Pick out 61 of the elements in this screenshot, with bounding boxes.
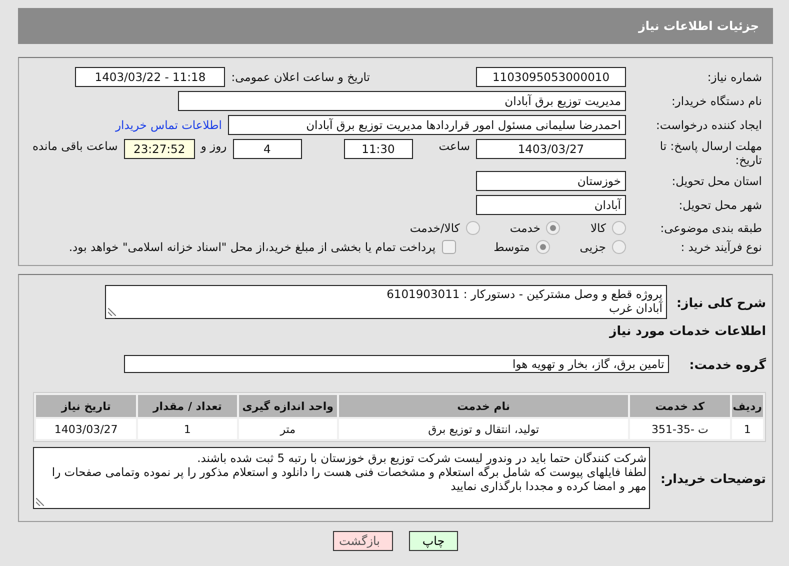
field-label: گروه خدمت: [689, 356, 766, 372]
field-label: مهلت ارسال پاسخ: تا تاریخ: [658, 139, 762, 167]
option-label: جزیی [580, 240, 606, 254]
table-cell: 1 [732, 419, 763, 439]
field-label: نوع فرآیند خرید : [680, 240, 762, 254]
days-field: 4 [232, 139, 302, 159]
back-button[interactable]: بازگشت [333, 531, 393, 551]
column-header: واحد اندازه گیری [238, 395, 338, 417]
resize-grip-icon[interactable] [108, 308, 116, 316]
field-label: شرح کلی نیاز: [676, 294, 766, 310]
field-label: استان محل تحویل: [670, 174, 762, 188]
remaining-time-field: 23:27:52 [124, 139, 195, 159]
column-header: تاریخ نیاز [36, 395, 136, 417]
need-number-field: 1103095053000010 [476, 67, 626, 87]
radio-button[interactable] [536, 240, 550, 254]
field-label: طبقه بندی موضوعی: [659, 221, 762, 235]
deadline-date-field: 1403/03/27 [476, 139, 626, 159]
radio-button[interactable] [466, 221, 480, 235]
column-header: کد خدمت [630, 395, 730, 417]
table-cell: تولید، انتقال و توزیع برق [339, 419, 628, 439]
buyer-org-field: مدیریت توزیع برق آبادان [178, 91, 626, 111]
field-label: تاریخ و ساعت اعلان عمومی: [231, 70, 370, 84]
buyer-contact-link[interactable]: اطلاعات تماس خریدار [115, 118, 222, 132]
option-label: کالا/خدمت [410, 221, 460, 235]
province-field: خوزستان [476, 171, 626, 191]
table-cell: 1403/03/27 [36, 419, 136, 439]
table-cell: 1 [138, 419, 237, 439]
notes-line: شرکت کنندگان حتما باید در وندور لیست شرکت توزیع برق خوزستان با رتبه 5 ثبت شده باشند. [197, 451, 646, 465]
section-title: اطلاعات خدمات مورد نیاز [608, 323, 766, 338]
field-label: نام دستگاه خریدار: [670, 94, 762, 108]
field-label: ایجاد کننده درخواست: [655, 118, 762, 132]
radio-button[interactable] [546, 221, 560, 235]
description-line: پروژه قطع و وصل مشترکین - دستورکار : 6101903011 [386, 287, 663, 301]
checkbox[interactable] [442, 240, 456, 254]
option-label: کالا [590, 221, 606, 235]
days-label: روز و [200, 139, 227, 153]
radio-button[interactable] [612, 240, 626, 254]
notes-line: لطفا فایلهای پیوست که شامل برگه استعلام و مشخصات فنی هست را دانلود و استعلام مذکور را پر نموده وتمامی صفحات را مهر و امضا کرده و مجددا بارگذاری نمایید [50, 465, 646, 493]
payment-note: پرداخت تمام یا بخشی از مبلغ خرید،از محل "اسناد خزانه اسلامی" خواهد بود. [68, 240, 436, 254]
time-label: ساعت [438, 139, 470, 153]
field-label: توضیحات خریدار: [660, 470, 766, 486]
option-label: خدمت [510, 221, 540, 235]
description-line: آبادان غرب [609, 301, 663, 315]
column-header: نام خدمت [339, 395, 628, 417]
deadline-time-field: 11:30 [344, 139, 413, 159]
column-header: تعداد / مقدار [138, 395, 237, 417]
table-cell: ت -35-351 [630, 419, 730, 439]
requester-field: احمدرضا سلیمانی مسئول امور قراردادها مدیریت توزیع برق آبادان [228, 115, 626, 135]
option-label: متوسط [494, 240, 530, 254]
column-header: ردیف [732, 395, 763, 417]
radio-button[interactable] [612, 221, 626, 235]
page-title: جزئیات اطلاعات نیاز [638, 19, 759, 33]
service-group-field: تامین برق، گاز، بخار و تهویه هوا [124, 355, 670, 373]
city-field: آبادان [476, 195, 626, 215]
table-cell: متر [238, 419, 338, 439]
remaining-label: ساعت باقی مانده [32, 139, 118, 153]
announce-date-field: 1403/03/22 - 11:18 [75, 67, 226, 87]
print-button[interactable]: چاپ [409, 531, 458, 551]
field-label: شماره نیاز: [706, 70, 762, 84]
field-label: شهر محل تحویل: [678, 198, 762, 212]
resize-grip-icon[interactable] [36, 498, 44, 506]
